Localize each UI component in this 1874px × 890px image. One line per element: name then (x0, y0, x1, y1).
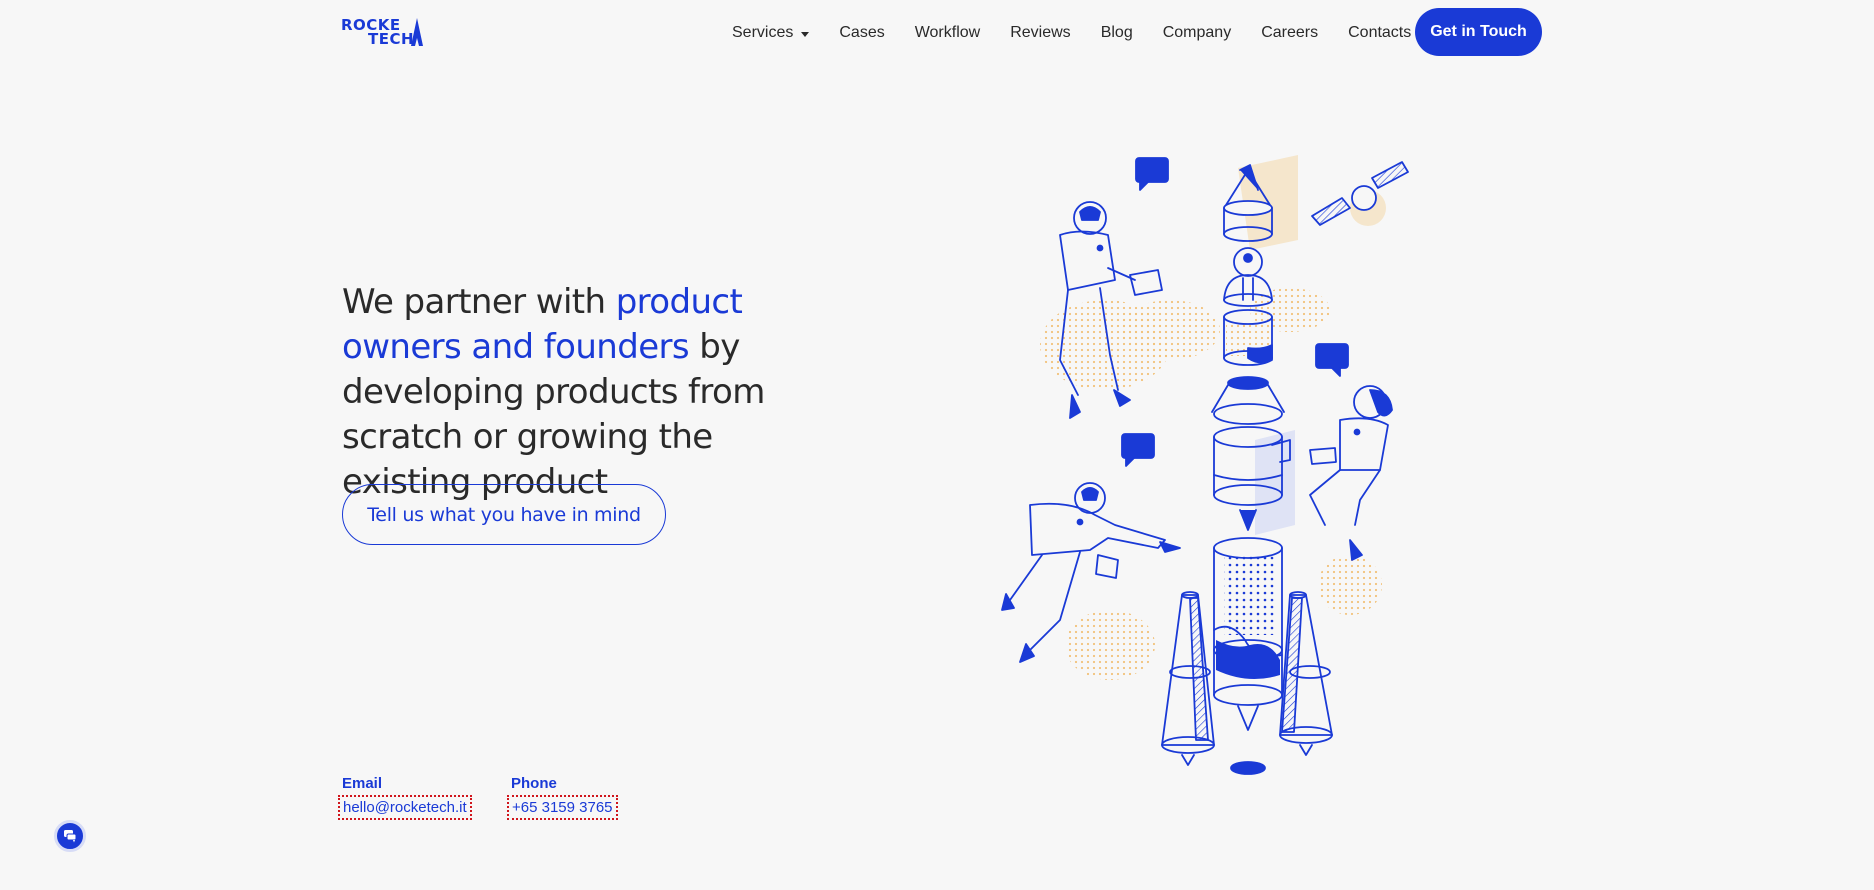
email-label: Email (342, 775, 383, 792)
nav-item-blog[interactable]: Blog (1101, 24, 1133, 42)
nav-item-label: Company (1162, 24, 1232, 41)
logo[interactable]: ROCKE TECH (341, 16, 427, 48)
chat-icon (64, 830, 77, 843)
tell-us-button[interactable]: Tell us what you have in mind (342, 484, 666, 545)
nav-item-workflow[interactable]: Workflow (915, 24, 981, 42)
page: ROCKE TECH Services Cases Workflow Revie… (0, 0, 1874, 890)
email-link[interactable]: hello@rocketech.it (338, 795, 472, 820)
nav-item-label: Services (732, 24, 794, 41)
chat-widget-button[interactable] (54, 820, 86, 852)
hero-title: We partner with product owners and found… (342, 280, 842, 505)
nav-item-contacts[interactable]: Contacts (1348, 24, 1411, 42)
hero-title-part1: We partner with (342, 282, 616, 322)
rocket-astronauts-illustration (1001, 155, 1409, 775)
nav-item-label: Workflow (914, 24, 981, 41)
nav-item-label: Contacts (1348, 24, 1412, 41)
nav-item-cases[interactable]: Cases (839, 24, 884, 42)
nav-item-services[interactable]: Services (732, 24, 810, 42)
nav-item-label: Careers (1261, 24, 1319, 41)
nav-item-label: Reviews (1010, 24, 1071, 41)
nav-item-label: Cases (839, 24, 885, 41)
nav-item-careers[interactable]: Careers (1261, 24, 1318, 42)
chevron-down-icon (801, 31, 810, 37)
nav-item-company[interactable]: Company (1163, 24, 1231, 42)
phone-link[interactable]: +65 3159 3765 (507, 795, 618, 820)
nav-item-reviews[interactable]: Reviews (1010, 24, 1070, 42)
logo-rocket-icon (411, 18, 423, 46)
phone-label: Phone (511, 775, 557, 792)
nav-item-label: Blog (1100, 24, 1133, 41)
main-nav: Services Cases Workflow Reviews Blog Com… (732, 18, 1441, 48)
get-in-touch-button[interactable]: Get in Touch (1415, 8, 1542, 56)
